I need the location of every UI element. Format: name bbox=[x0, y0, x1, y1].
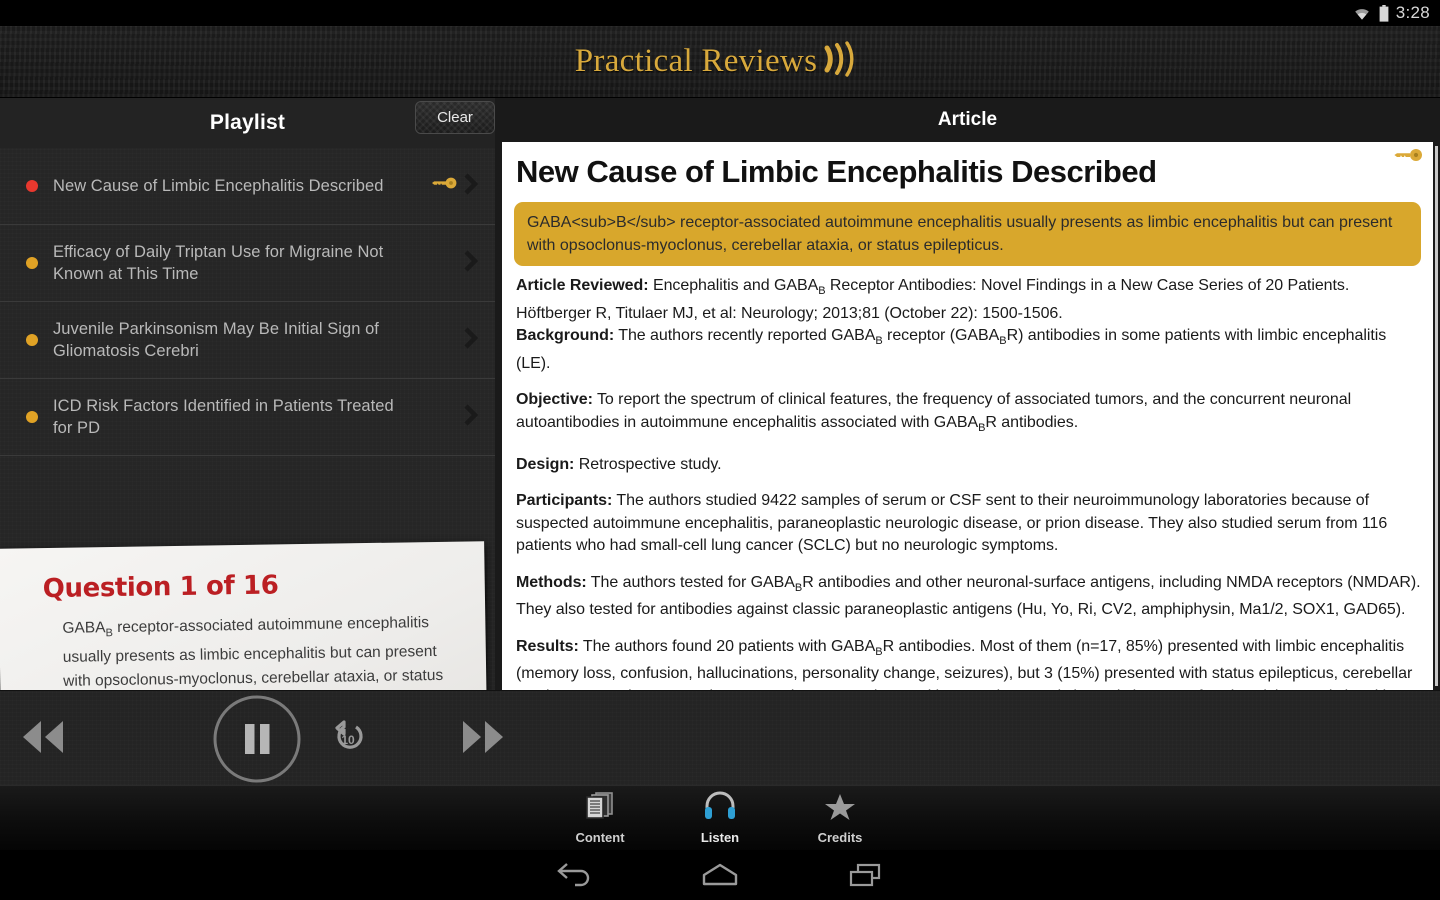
article-section: Article Reviewed: Encephalitis and GABAB… bbox=[516, 277, 1350, 322]
playlist-item-status-dot bbox=[26, 411, 38, 423]
playlist-item[interactable]: Juvenile Parkinsonism May Be Initial Sig… bbox=[0, 302, 495, 379]
tab-listen[interactable]: Listen bbox=[660, 791, 780, 845]
article-section: Objective: To report the spectrum of cli… bbox=[516, 391, 1352, 435]
question-text: GABAB receptor-associated autoimmune enc… bbox=[62, 614, 444, 690]
article-heading: New Cause of Limbic Encephalitis Describ… bbox=[516, 154, 1157, 189]
article-header: Article bbox=[495, 98, 1440, 142]
rewind-10-icon[interactable]: 10 bbox=[330, 715, 370, 760]
section-label: Background: bbox=[516, 327, 615, 345]
tab-credits-label: Credits bbox=[817, 830, 863, 845]
bottom-tab-bar: Content Listen Credits bbox=[0, 785, 1440, 850]
battery-icon bbox=[1379, 4, 1389, 22]
playlist-item-status-dot bbox=[26, 180, 38, 192]
recents-icon[interactable] bbox=[793, 862, 938, 888]
tab-listen-label: Listen bbox=[700, 830, 740, 845]
playlist-item-label: Juvenile Parkinsonism May Be Initial Sig… bbox=[53, 320, 379, 360]
sound-wave-icon bbox=[819, 36, 865, 87]
android-status-bar: 3:28 bbox=[0, 0, 1440, 26]
chevron-right-icon bbox=[463, 326, 479, 355]
key-icon bbox=[431, 177, 457, 196]
section-label: Methods: bbox=[516, 573, 587, 591]
app-screen: 3:28 Practical Reviews Playlist Clear Ne… bbox=[0, 0, 1440, 900]
article-callout: GABA<sub>B</sub> receptor-associated aut… bbox=[514, 202, 1421, 266]
question-heading: Question 1 of 16 bbox=[42, 570, 279, 605]
playlist-item[interactable]: New Cause of Limbic Encephalitis Describ… bbox=[0, 148, 495, 225]
article-section: Results: The authors found 20 patients w… bbox=[516, 637, 1413, 690]
playlist-item-status-dot bbox=[26, 334, 38, 346]
section-label: Article Reviewed: bbox=[516, 277, 649, 294]
wifi-icon bbox=[1352, 6, 1372, 21]
article-tab-title: Article bbox=[937, 109, 998, 130]
article-scrollbar[interactable] bbox=[1435, 146, 1438, 686]
key-icon bbox=[1393, 148, 1423, 169]
playlist-panel: Playlist Clear New Cause of Limbic Encep… bbox=[0, 98, 495, 690]
tab-content-label: Content bbox=[575, 830, 625, 845]
playlist-item[interactable]: ICD Risk Factors Identified in Patients … bbox=[0, 379, 495, 456]
back-icon[interactable] bbox=[503, 862, 648, 888]
playlist-item-label: ICD Risk Factors Identified in Patients … bbox=[53, 397, 394, 437]
section-label: Objective: bbox=[516, 391, 593, 409]
playlist-header: Playlist Clear bbox=[0, 98, 495, 148]
playlist-title: Playlist bbox=[209, 111, 286, 134]
playlist-item-status-dot bbox=[26, 257, 38, 269]
headphones-icon bbox=[703, 791, 737, 826]
question-card-stack: Question 1 of 16 GABAB receptor-associat… bbox=[0, 541, 495, 690]
documents-icon bbox=[583, 791, 617, 826]
chevron-right-icon bbox=[463, 403, 479, 432]
app-header: Practical Reviews bbox=[0, 26, 1440, 98]
playlist-item[interactable]: Efficacy of Daily Triptan Use for Migrai… bbox=[0, 225, 495, 302]
chevron-right-icon bbox=[463, 172, 479, 201]
android-nav-bar bbox=[0, 850, 1440, 900]
player-bar: 10 02:57 - 01:02 bbox=[0, 690, 1440, 785]
svg-text:10: 10 bbox=[341, 733, 355, 747]
next-track-icon[interactable] bbox=[460, 715, 508, 764]
pause-icon[interactable] bbox=[212, 694, 302, 789]
app-logo: Practical Reviews bbox=[575, 36, 865, 87]
article-panel: Article New Cause of Limbic Encephalitis… bbox=[495, 98, 1440, 690]
tab-content[interactable]: Content bbox=[540, 791, 660, 845]
previous-track-icon[interactable] bbox=[18, 715, 66, 764]
article-section: Methods: The authors tested for GABABR a… bbox=[516, 573, 1421, 619]
article-content[interactable]: New Cause of Limbic Encephalitis Describ… bbox=[502, 142, 1433, 690]
home-icon[interactable] bbox=[648, 862, 793, 888]
tab-credits[interactable]: Credits bbox=[780, 791, 900, 845]
article-section: Participants: The authors studied 9422 s… bbox=[516, 492, 1388, 555]
chevron-right-icon bbox=[463, 249, 479, 278]
status-bar-clock: 3:28 bbox=[1395, 3, 1430, 22]
playlist-item-label: Efficacy of Daily Triptan Use for Migrai… bbox=[53, 243, 384, 283]
star-icon bbox=[823, 791, 857, 826]
playlist-item-label: New Cause of Limbic Encephalitis Describ… bbox=[53, 177, 384, 195]
app-logo-text: Practical Reviews bbox=[574, 43, 818, 79]
question-card: Question 1 of 16 GABAB receptor-associat… bbox=[0, 541, 488, 690]
section-label: Design: bbox=[516, 455, 575, 473]
article-section: Background: The authors recently reporte… bbox=[516, 327, 1387, 372]
article-section: Design: Retrospective study. bbox=[516, 455, 722, 473]
clear-playlist-button[interactable]: Clear bbox=[415, 101, 495, 134]
section-label: Results: bbox=[516, 637, 579, 655]
section-label: Participants: bbox=[516, 492, 613, 510]
